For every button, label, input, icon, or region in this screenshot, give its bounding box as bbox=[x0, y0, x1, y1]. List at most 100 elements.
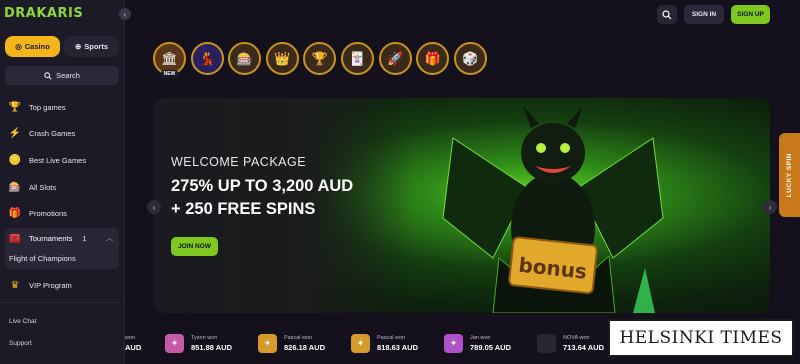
win-text: Pascal won 826.18 AUD bbox=[284, 335, 325, 352]
win-amount: 818.63 AUD bbox=[377, 342, 418, 352]
win-amount: AUD bbox=[125, 342, 142, 352]
slots-icon: 🎰 bbox=[8, 181, 22, 193]
lucky-spin-label: LUCKY SPIN bbox=[786, 152, 793, 198]
sidebar-item-all-slots[interactable]: 🎰 All Slots bbox=[0, 174, 124, 201]
sidebar-item-label: VIP Program bbox=[29, 280, 72, 290]
win-text: Pascal won 818.63 AUD bbox=[377, 335, 418, 352]
casino-app: DRAKARIS ◎ Casino ⊕ Sports Search 🏆 Top … bbox=[0, 0, 800, 364]
live-chat-link[interactable]: Live Chat bbox=[9, 318, 36, 325]
sign-in-button[interactable]: SIGN IN bbox=[684, 5, 724, 24]
category-bar: 🏛 NEW 💃 🎰 👑 🏆 🃏 🚀 🎁 🎲 bbox=[153, 42, 487, 78]
category-top-games[interactable]: 🏆 bbox=[303, 42, 337, 75]
lucky-spin-tab[interactable]: LUCKY SPIN bbox=[779, 133, 800, 217]
sidebar-item-crash-games[interactable]: ⚡ Crash Games bbox=[0, 121, 124, 148]
sidebar-item-best-live-games[interactable]: 🪙 Best Live Games bbox=[0, 147, 124, 174]
sidebar-search-button[interactable]: Search bbox=[5, 66, 119, 85]
game-thumbnail: ✦ bbox=[165, 333, 184, 353]
dice-icon: 🎲 bbox=[462, 50, 479, 66]
category-new-games[interactable]: 🏛 NEW bbox=[153, 42, 186, 78]
sidebar-divider bbox=[0, 302, 124, 303]
subitem-label: Flight of Champions bbox=[9, 253, 76, 263]
win-player: NOVA won bbox=[563, 334, 590, 341]
sidebar-collapse-button[interactable]: ‹ bbox=[119, 8, 131, 20]
coins-icon: 🪙 bbox=[8, 154, 22, 166]
sidebar-item-vip-program[interactable]: ♛ VIP Program bbox=[0, 272, 124, 299]
trophy-icon: 🏆 bbox=[8, 101, 22, 113]
game-thumbnail: ✦ bbox=[351, 333, 370, 353]
banner-offer-line2: + 250 FREE SPINS bbox=[171, 200, 316, 218]
sidebar-subitem-flight-of-champions[interactable]: Flight of Champions bbox=[5, 248, 119, 268]
temple-icon: 🏛 bbox=[161, 50, 178, 66]
trophy-icon: 🏆 bbox=[311, 50, 328, 66]
chevron-left-icon: ‹ bbox=[123, 9, 127, 19]
sidebar-item-label: Promotions bbox=[29, 209, 67, 219]
sign-up-button[interactable]: SIGN UP bbox=[731, 5, 770, 24]
tournaments-group: 🧰 Tournaments 1 ︿ Flight of Champions bbox=[5, 228, 119, 269]
mode-tabs: ◎ Casino ⊕ Sports bbox=[5, 36, 119, 57]
sidebar-item-top-games[interactable]: 🏆 Top games bbox=[0, 94, 124, 121]
tab-casino[interactable]: ◎ Casino bbox=[5, 36, 60, 57]
win-amount: 826.18 AUD bbox=[284, 342, 325, 352]
win-player: Tyson won bbox=[191, 334, 218, 341]
win-item[interactable]: ✦ Pascal won 818.63 AUD bbox=[351, 322, 444, 364]
sidebar-item-promotions[interactable]: 🎁 Promotions bbox=[0, 200, 124, 227]
banner-prev-button[interactable]: ‹ bbox=[147, 200, 161, 214]
promo-banner[interactable]: bonus WELCOME PACKAGE 275% UP TO 3,200 A… bbox=[153, 98, 770, 313]
win-item[interactable]: ✦ Jan won 789.05 AUD bbox=[444, 322, 537, 364]
watermark-logo: HELSINKI TIMES bbox=[608, 319, 794, 357]
category-live-casino[interactable]: 💃 bbox=[190, 42, 224, 75]
category-table-games[interactable]: 🃏 bbox=[340, 42, 374, 75]
win-text: won AUD bbox=[125, 335, 141, 352]
gift-icon: 🎁 bbox=[424, 50, 441, 66]
win-amount: 851.88 AUD bbox=[191, 342, 232, 352]
support-link[interactable]: Support bbox=[9, 340, 32, 347]
search-label: Search bbox=[56, 71, 80, 80]
gift-icon: 🎁 bbox=[8, 208, 22, 220]
crown-icon: 👑 bbox=[274, 50, 291, 66]
tab-sports-label: Sports bbox=[84, 42, 109, 51]
category-slots[interactable]: 🎰 bbox=[228, 42, 262, 75]
casino-chip-icon: ◎ bbox=[15, 42, 22, 51]
sidebar-nav: 🏆 Top games ⚡ Crash Games 🪙 Best Live Ga… bbox=[0, 94, 124, 227]
sidebar-item-tournaments[interactable]: 🧰 Tournaments 1 ︿ bbox=[5, 228, 119, 248]
win-player: Pascal won bbox=[284, 334, 313, 341]
join-now-button[interactable]: JOIN NOW bbox=[171, 237, 218, 256]
win-item[interactable]: ✦ Pascal won 826.18 AUD bbox=[258, 322, 351, 364]
banner-title: WELCOME PACKAGE bbox=[171, 155, 307, 169]
chevron-right-icon: › bbox=[768, 202, 772, 212]
category-other[interactable]: 🎲 bbox=[453, 42, 487, 75]
search-icon bbox=[44, 71, 52, 80]
chevron-left-icon: ‹ bbox=[152, 202, 156, 212]
category-crash-games[interactable]: 🚀 bbox=[378, 42, 412, 75]
sidebar: DRAKARIS ◎ Casino ⊕ Sports Search 🏆 Top … bbox=[0, 0, 125, 364]
new-badge: NEW bbox=[160, 70, 179, 78]
tab-casino-label: Casino bbox=[24, 42, 50, 51]
chevron-up-icon[interactable]: ︿ bbox=[106, 233, 113, 243]
game-thumbnail bbox=[537, 333, 556, 353]
brand-logo[interactable]: DRAKARIS bbox=[4, 6, 83, 21]
header-search-button[interactable] bbox=[657, 5, 677, 24]
rocket-icon: 🚀 bbox=[386, 50, 404, 66]
game-thumbnail: ✦ bbox=[444, 333, 463, 353]
win-text: Jan won 789.05 AUD bbox=[470, 335, 511, 352]
win-player: Pascal won bbox=[377, 334, 406, 341]
category-vip[interactable]: 👑 bbox=[265, 42, 299, 75]
banner-next-button[interactable]: › bbox=[763, 200, 777, 214]
win-item[interactable]: ✦ Tyson won 851.88 AUD bbox=[165, 322, 258, 364]
logo-text: DRAKARIS bbox=[4, 6, 84, 21]
dancer-icon: 💃 bbox=[199, 50, 216, 66]
chest-icon: 🧰 bbox=[8, 232, 22, 244]
win-amount: 789.05 AUD bbox=[470, 342, 511, 352]
game-thumbnail: ✦ bbox=[258, 333, 277, 353]
tab-sports[interactable]: ⊕ Sports bbox=[64, 36, 119, 57]
basketball-icon: ⊕ bbox=[74, 42, 82, 51]
sidebar-item-label: Crash Games bbox=[29, 129, 76, 139]
sidebar-item-label: Top games bbox=[29, 102, 66, 112]
win-text: NOVA won 713.64 AUD bbox=[563, 335, 604, 352]
win-text: Tyson won 851.88 AUD bbox=[191, 335, 232, 352]
category-promotions[interactable]: 🎁 bbox=[416, 42, 450, 75]
win-player: won bbox=[125, 334, 136, 341]
banner-offer-line1: 275% UP TO 3,200 AUD bbox=[171, 177, 354, 195]
sidebar-item-label: Best Live Games bbox=[29, 155, 87, 165]
win-item[interactable]: won AUD bbox=[125, 322, 165, 364]
